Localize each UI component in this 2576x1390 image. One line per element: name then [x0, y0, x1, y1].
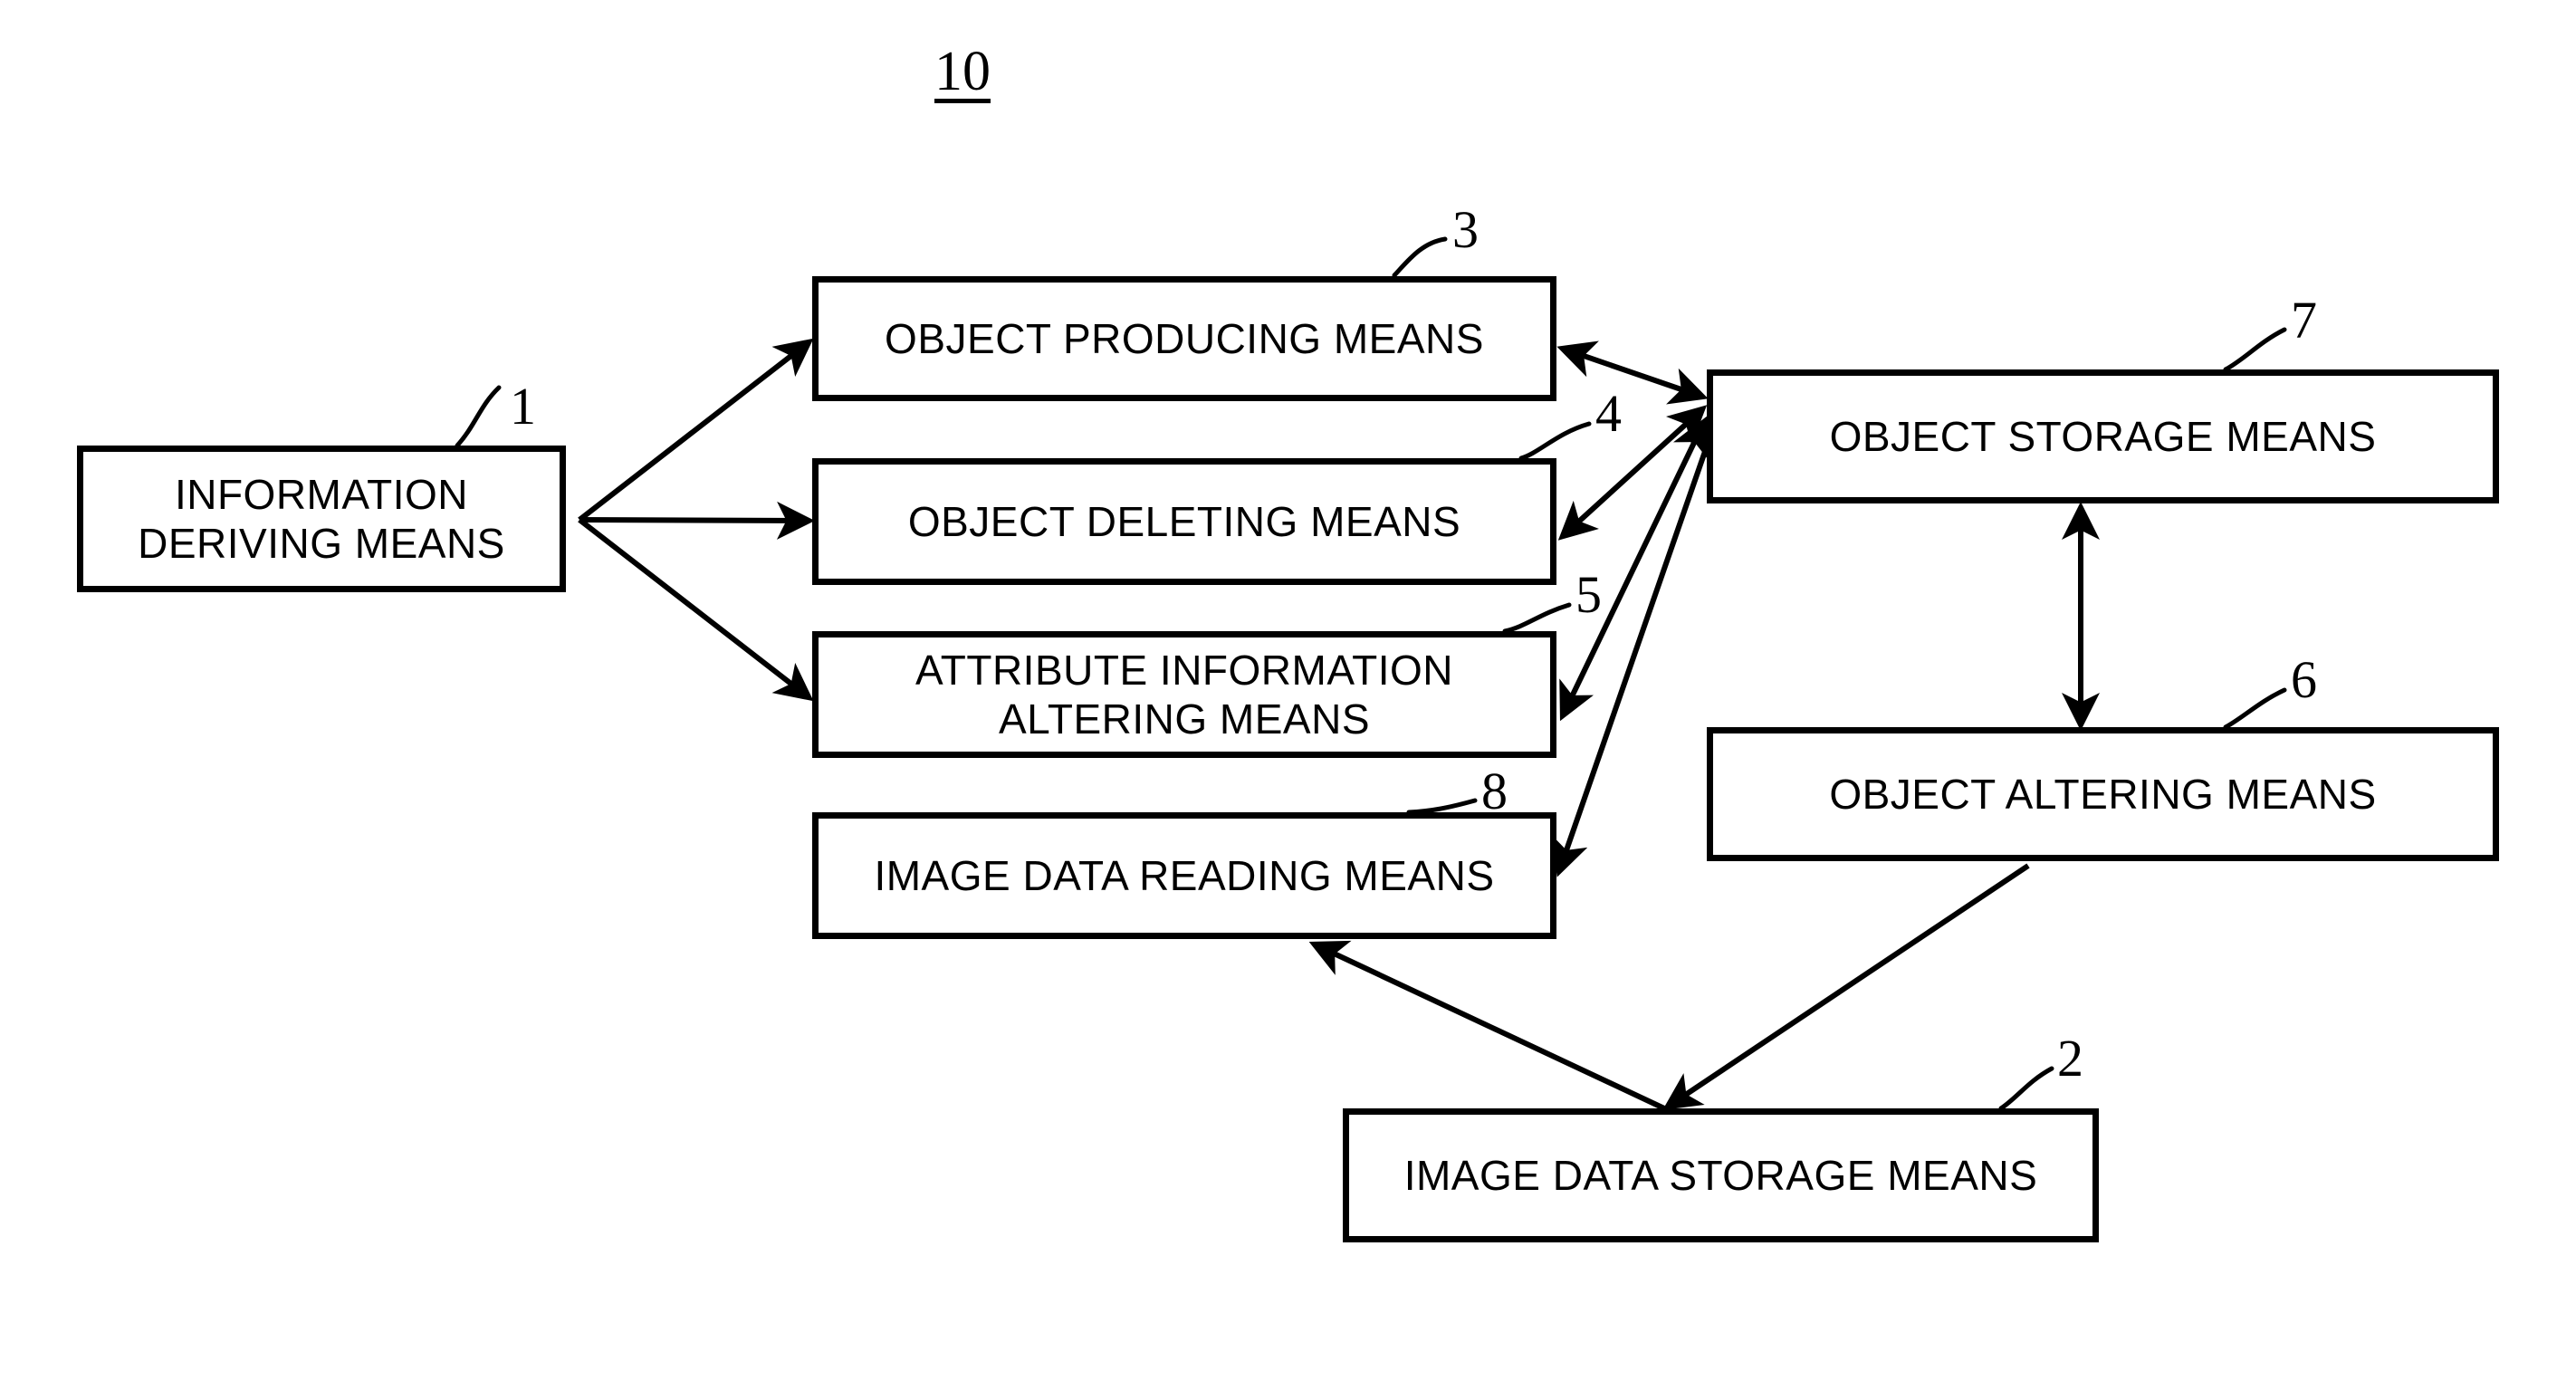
leader-line-leader-5: [1502, 602, 1572, 634]
connector-producing-storage-bidir: [1556, 340, 1709, 405]
reference-numeral-8: 8: [1481, 762, 1508, 820]
node-label-object-altering-means: OBJECT ALTERING MEANS: [1829, 770, 2377, 818]
leader-line-leader-4: [1518, 421, 1592, 461]
node-label-image-data-storage-means: IMAGE DATA STORAGE MEANS: [1403, 1151, 2038, 1199]
leader-line-leader-8: [1406, 798, 1478, 815]
reference-numeral-5: 5: [1575, 565, 1602, 624]
reference-numeral-2: 2: [2057, 1029, 2083, 1088]
node-image-data-storage-means: IMAGE DATA STORAGE MEANS: [1343, 1108, 2099, 1242]
node-object-producing-means: OBJECT PRODUCING MEANS: [812, 276, 1556, 401]
node-object-altering-means: OBJECT ALTERING MEANS: [1707, 727, 2499, 861]
leader-line-leader-6: [2223, 687, 2287, 730]
connector-storage-to-reading: [1551, 443, 1710, 877]
figure-number: 10: [934, 41, 991, 102]
node-information-deriving-means: INFORMATION DERIVING MEANS: [77, 446, 566, 592]
leader-line-leader-1: [455, 385, 502, 448]
node-label-object-deleting-means: OBJECT DELETING MEANS: [907, 497, 1461, 545]
connector-altering-to-imagestorage: [1662, 863, 2030, 1110]
connector-deriving-to-deleting: [579, 501, 815, 540]
reference-numeral-4: 4: [1595, 384, 1622, 443]
node-label-attribute-information-altering-means: ATTRIBUTE INFORMATION ALTERING MEANS: [915, 646, 1453, 743]
reference-numeral-3: 3: [1452, 200, 1479, 259]
node-object-deleting-means: OBJECT DELETING MEANS: [812, 458, 1556, 585]
node-label-information-deriving-means: INFORMATION DERIVING MEANS: [138, 470, 505, 567]
connector-deriving-to-attribute: [578, 517, 814, 702]
node-label-object-producing-means: OBJECT PRODUCING MEANS: [885, 314, 1484, 362]
node-attribute-information-altering-means: ATTRIBUTE INFORMATION ALTERING MEANS: [812, 631, 1556, 758]
leader-line-leader-3: [1392, 236, 1448, 278]
leader-line-leader-2: [1998, 1066, 2054, 1111]
node-label-object-storage-means: OBJECT STORAGE MEANS: [1829, 412, 2377, 460]
connector-deriving-to-producing: [578, 338, 814, 522]
connector-imagestorage-to-reading: [1308, 940, 1666, 1111]
node-label-image-data-reading-means: IMAGE DATA READING MEANS: [874, 851, 1495, 899]
leader-line-leader-7: [2223, 327, 2287, 372]
node-object-storage-means: OBJECT STORAGE MEANS: [1707, 369, 2499, 503]
node-image-data-reading-means: IMAGE DATA READING MEANS: [812, 812, 1556, 939]
patent-figure: 10 INFORMATION DERIVING MEANS 1 OBJECT PRO…: [0, 0, 2576, 1390]
reference-numeral-6: 6: [2291, 650, 2317, 709]
reference-numeral-7: 7: [2291, 291, 2317, 350]
reference-numeral-1: 1: [510, 377, 536, 436]
